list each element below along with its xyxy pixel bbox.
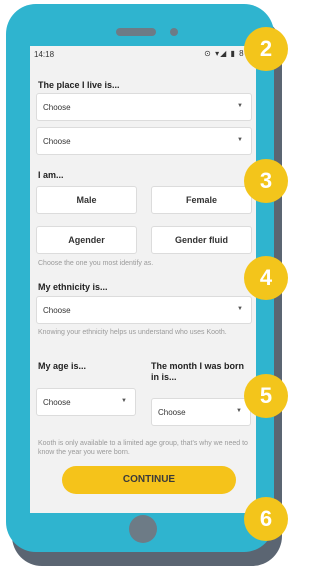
gender-fluid-option-button[interactable]: Gender fluid [151, 226, 252, 254]
chevron-down-icon: ▼ [237, 306, 243, 312]
step-badge-5: 5 [244, 374, 288, 418]
ethnicity-help-text: Knowing your ethnicity helps us understa… [38, 329, 227, 336]
continue-button[interactable]: CONTINUE [62, 466, 236, 494]
male-option-button[interactable]: Male [36, 186, 137, 214]
age-select-value: Choose [43, 398, 71, 407]
place-label: The place I live is... [38, 80, 120, 90]
month-select[interactable]: Choose ▼ [151, 398, 251, 426]
step-badge-3: 3 [244, 159, 288, 203]
place-select-1-value: Choose [43, 103, 71, 112]
step-badge-4: 4 [244, 256, 288, 300]
identity-label: I am... [38, 170, 64, 180]
place-select-1[interactable]: Choose ▼ [36, 93, 252, 121]
ethnicity-select[interactable]: Choose ▼ [36, 296, 252, 324]
place-select-2-value: Choose [43, 137, 71, 146]
status-time: 14:18 [34, 50, 55, 59]
home-button[interactable] [129, 515, 157, 543]
female-option-button[interactable]: Female [151, 186, 252, 214]
phone-screen: 14:18 ⊙ ▾◢ ▮ 80 The place I live is... C… [30, 46, 256, 513]
chevron-down-icon: ▼ [236, 408, 242, 414]
step-badge-2: 2 [244, 27, 288, 71]
front-camera [170, 28, 178, 36]
age-select[interactable]: Choose ▼ [36, 388, 136, 416]
speaker-grill [116, 28, 156, 36]
chevron-down-icon: ▼ [237, 137, 243, 143]
ethnicity-select-value: Choose [43, 306, 71, 315]
identity-help-text: Choose the one you most identify as. [38, 260, 154, 267]
ethnicity-label: My ethnicity is... [38, 282, 108, 292]
place-select-2[interactable]: Choose ▼ [36, 127, 252, 155]
age-label: My age is... [38, 361, 87, 371]
chevron-down-icon: ▼ [121, 398, 127, 404]
status-bar: 14:18 ⊙ ▾◢ ▮ 80 [30, 46, 256, 62]
age-help-text: Kooth is only available to a limited age… [38, 440, 248, 456]
step-badge-6: 6 [244, 497, 288, 541]
month-label: The month I was born in is... [151, 361, 245, 382]
agender-option-button[interactable]: Agender [36, 226, 137, 254]
chevron-down-icon: ▼ [237, 103, 243, 109]
month-select-value: Choose [158, 408, 186, 417]
